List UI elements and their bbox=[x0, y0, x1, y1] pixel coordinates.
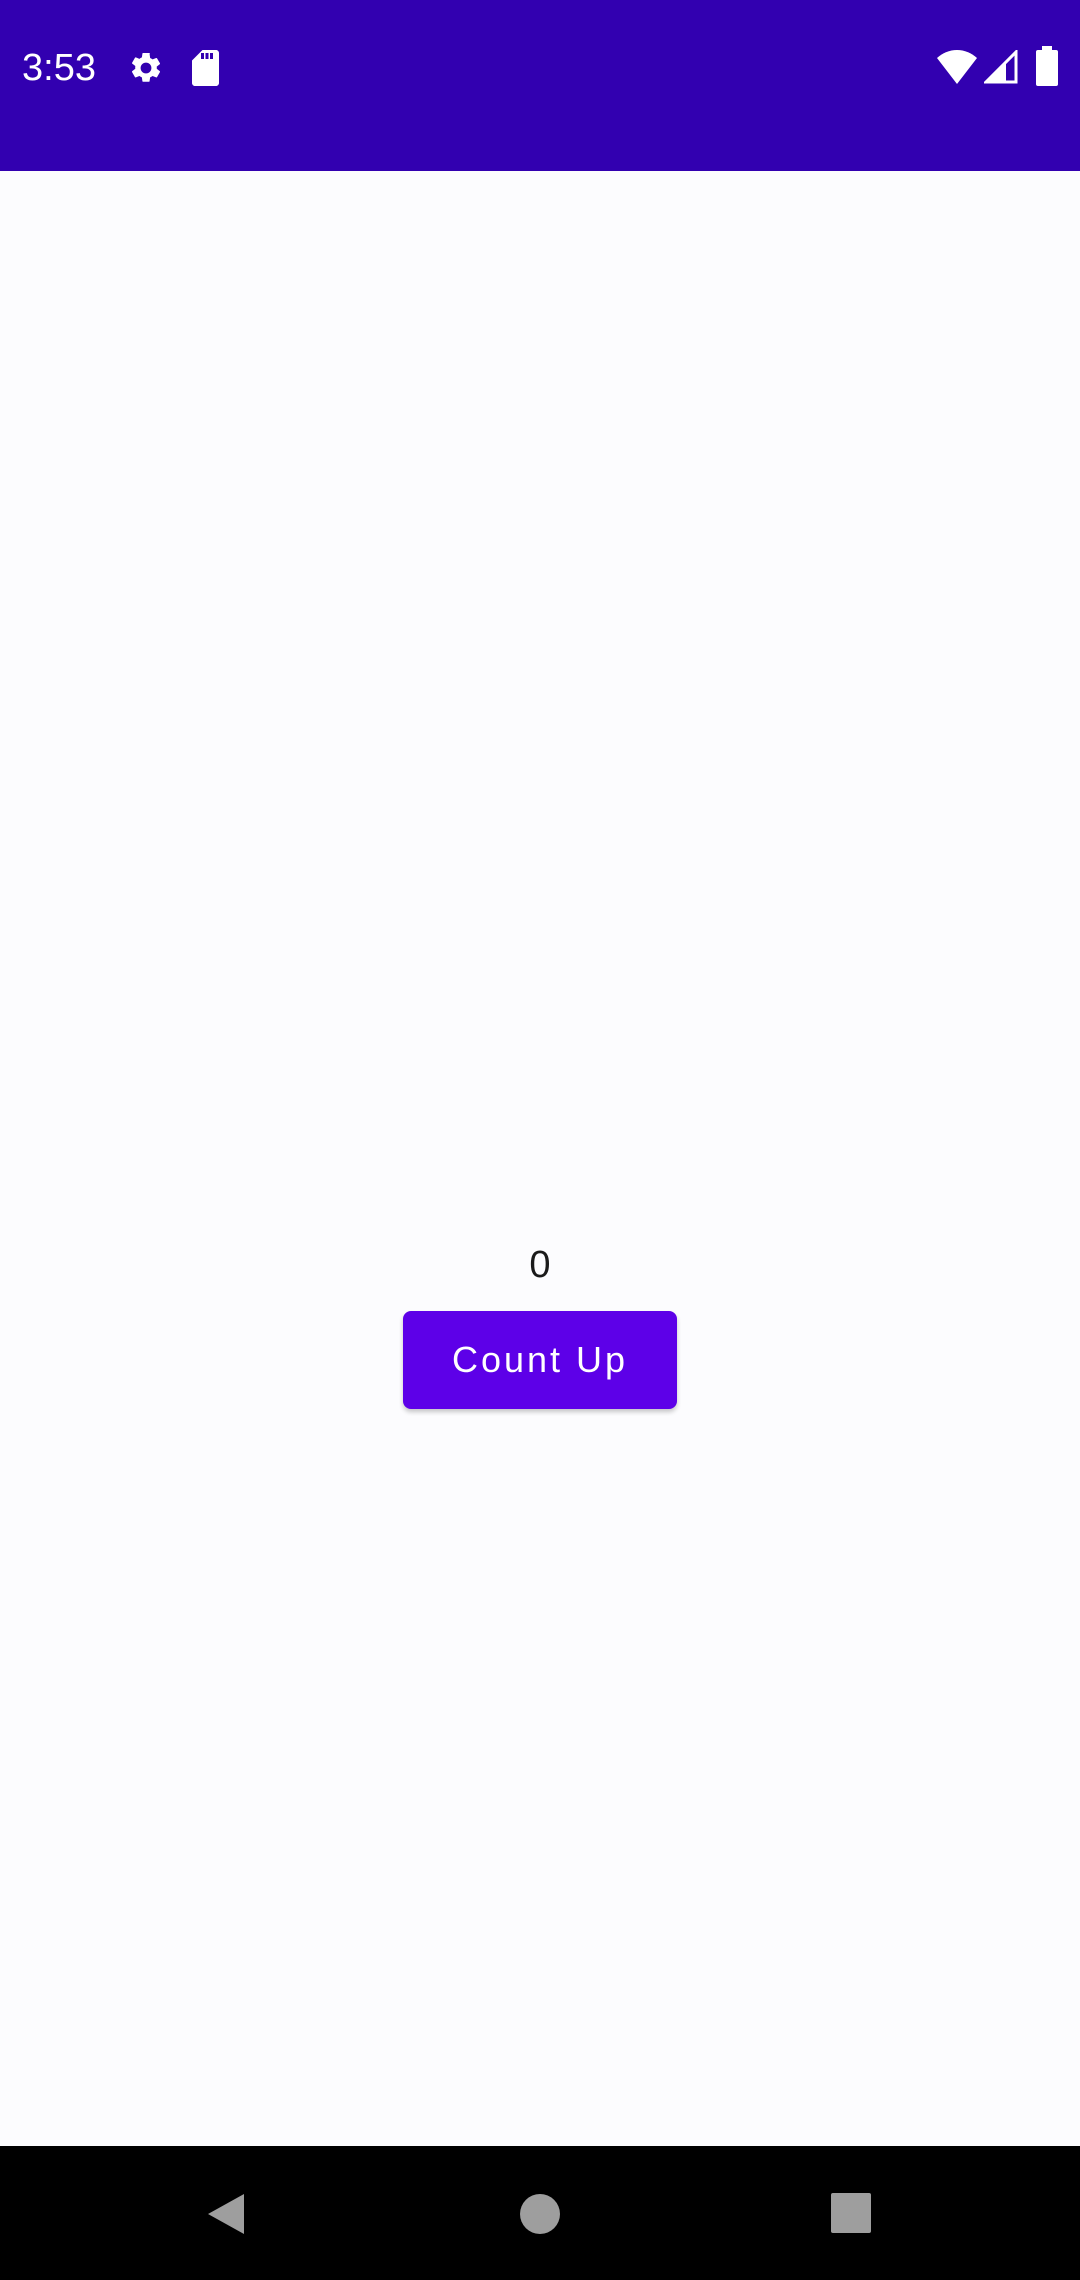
gear-icon bbox=[131, 52, 161, 82]
status-bar: 3:53 bbox=[0, 0, 1080, 171]
count-up-button[interactable]: Count Up bbox=[403, 1311, 677, 1409]
home-icon[interactable] bbox=[518, 2192, 562, 2236]
recents-icon[interactable] bbox=[830, 2192, 872, 2234]
wifi-icon bbox=[937, 50, 977, 84]
main-content: 0 Count Up bbox=[0, 171, 1080, 2146]
battery-icon bbox=[1036, 46, 1058, 86]
sd-card-icon bbox=[192, 50, 219, 86]
counter-value: 0 bbox=[529, 1244, 551, 1286]
back-icon[interactable] bbox=[204, 2192, 246, 2236]
status-time: 3:53 bbox=[22, 47, 96, 89]
signal-icon bbox=[984, 50, 1018, 84]
navigation-bar bbox=[0, 2146, 1080, 2280]
